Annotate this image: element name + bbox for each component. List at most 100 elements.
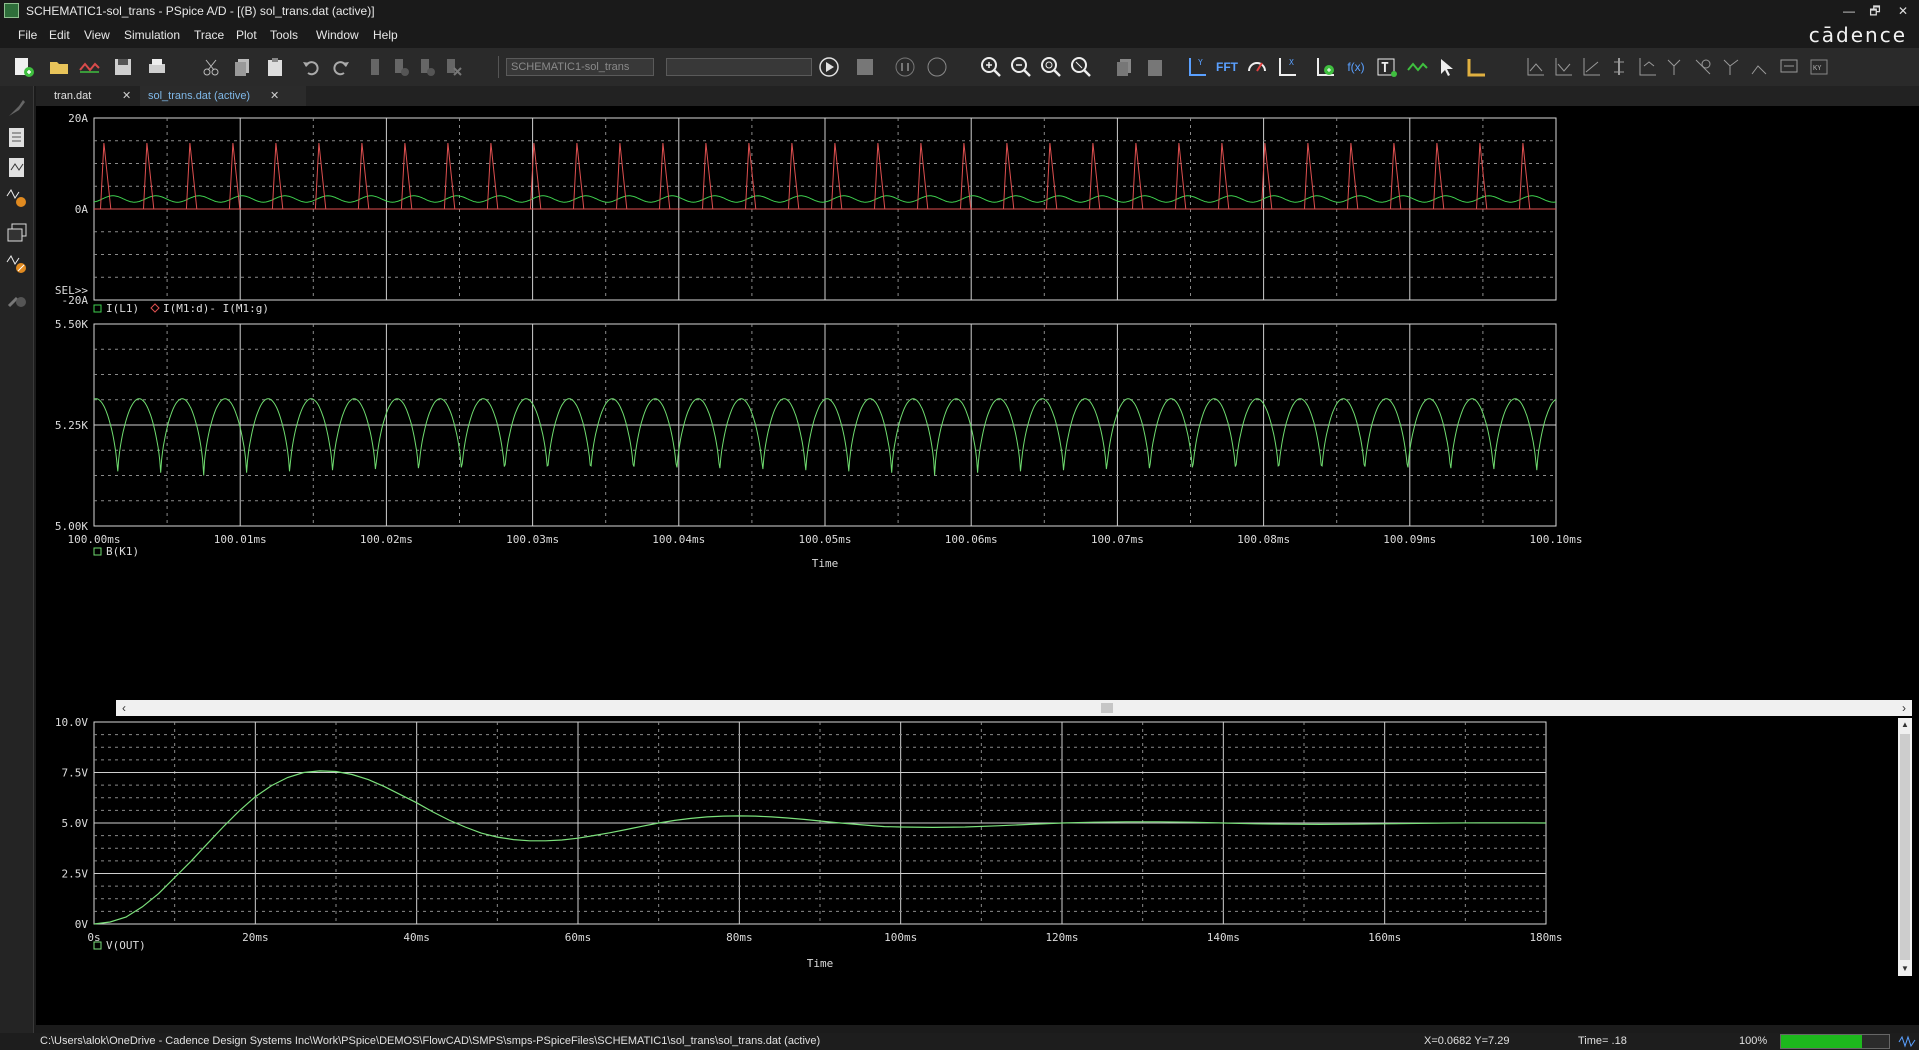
bookmark-prev-icon[interactable] bbox=[414, 54, 440, 80]
zoom-fit-icon[interactable] bbox=[1038, 54, 1064, 80]
save-icon[interactable] bbox=[110, 54, 136, 80]
marker-icon[interactable] bbox=[1404, 54, 1430, 80]
toolbar: SCHEMATIC1-sol_trans Y FFT X f(x) T KY bbox=[0, 48, 1919, 86]
ruler-icon[interactable] bbox=[1464, 54, 1490, 80]
cursor-prev-transition-icon[interactable] bbox=[1746, 54, 1772, 80]
mark-label-icon[interactable] bbox=[1776, 54, 1802, 80]
cursor-trough-icon[interactable] bbox=[1550, 54, 1576, 80]
x-axis-settings-icon[interactable]: X bbox=[1274, 54, 1300, 80]
fft-button[interactable]: FFT bbox=[1212, 54, 1242, 80]
add-trace-icon[interactable] bbox=[1312, 54, 1338, 80]
tab-close-icon[interactable]: ✕ bbox=[270, 89, 279, 102]
legend-label: V(OUT) bbox=[106, 939, 146, 952]
vertical-scrollbar[interactable]: ▲ ▼ bbox=[1898, 718, 1912, 976]
new-file-icon[interactable] bbox=[10, 54, 36, 80]
copy-plot-icon[interactable] bbox=[1112, 54, 1138, 80]
eval-measurement-button[interactable]: f(x) bbox=[1342, 54, 1370, 80]
tab-close-icon[interactable]: ✕ bbox=[122, 89, 131, 102]
cursor-peak-icon[interactable] bbox=[1522, 54, 1548, 80]
horizontal-scrollbar[interactable]: ‹ › bbox=[116, 700, 1912, 716]
marker-probe-icon[interactable] bbox=[5, 96, 29, 120]
menu-help[interactable]: Help bbox=[373, 28, 398, 42]
simulation-profile-combo[interactable]: SCHEMATIC1-sol_trans bbox=[506, 58, 654, 76]
y-tick-label: 7.5V bbox=[62, 767, 89, 780]
simulation-results-icon[interactable] bbox=[5, 156, 29, 180]
simulation-status-combo[interactable] bbox=[666, 58, 812, 76]
scroll-right-icon[interactable]: › bbox=[1896, 700, 1912, 716]
x-tick-label: 80ms bbox=[726, 931, 753, 944]
menu-view[interactable]: View bbox=[84, 28, 110, 42]
x-tick-label: 100.08ms bbox=[1237, 533, 1290, 546]
legend-label: I(L1) bbox=[106, 302, 139, 315]
menu-trace[interactable]: Trace bbox=[194, 28, 224, 42]
add-y-axis-icon[interactable]: Y bbox=[1184, 54, 1210, 80]
menu-tools[interactable]: Tools bbox=[270, 28, 298, 42]
tab-tran-dat[interactable]: tran.dat bbox=[46, 86, 99, 106]
cursor-search-icon[interactable] bbox=[1690, 54, 1716, 80]
redo-icon[interactable] bbox=[328, 54, 354, 80]
performance-analysis-icon[interactable] bbox=[1244, 54, 1270, 80]
toolbar-separator bbox=[498, 56, 499, 78]
restore-button[interactable]: 🗗 bbox=[1862, 2, 1888, 20]
cursor-min-icon[interactable] bbox=[1606, 54, 1632, 80]
paste-icon[interactable] bbox=[262, 54, 288, 80]
stop-icon[interactable] bbox=[924, 54, 950, 80]
cursor-slope-icon[interactable] bbox=[1578, 54, 1604, 80]
cursor-toggle-icon[interactable]: KY bbox=[1806, 54, 1832, 80]
waveform-icon[interactable] bbox=[76, 54, 102, 80]
scroll-thumb[interactable] bbox=[1900, 734, 1910, 960]
zoom-area-icon[interactable] bbox=[1068, 54, 1094, 80]
cursor-next-transition-icon[interactable] bbox=[1718, 54, 1744, 80]
close-window-button[interactable]: ✕ bbox=[1890, 2, 1916, 20]
legend-marker bbox=[150, 303, 160, 313]
minimize-button[interactable]: — bbox=[1836, 2, 1862, 20]
menu-window[interactable]: Window bbox=[316, 28, 359, 42]
waveform-search-icon[interactable] bbox=[5, 186, 29, 210]
menu-edit[interactable]: Edit bbox=[49, 28, 70, 42]
output-file-icon[interactable] bbox=[5, 126, 29, 150]
cadence-logo: cādence bbox=[1808, 23, 1907, 47]
zoom-in-icon[interactable] bbox=[978, 54, 1004, 80]
x-tick-label: 100ms bbox=[884, 931, 917, 944]
scroll-up-icon[interactable]: ▲ bbox=[1898, 718, 1912, 732]
cursor-max-icon[interactable] bbox=[1634, 54, 1660, 80]
x-tick-label: 100.06ms bbox=[945, 533, 998, 546]
waveform-disable-icon[interactable] bbox=[5, 252, 29, 276]
svg-text:KY: KY bbox=[1813, 64, 1822, 72]
status-bar: C:\Users\alok\OneDrive - Cadence Design … bbox=[0, 1033, 1919, 1050]
zoom-out-icon[interactable] bbox=[1008, 54, 1034, 80]
probe-settings-icon[interactable] bbox=[5, 286, 29, 310]
copy-icon[interactable] bbox=[230, 54, 256, 80]
title-bar: SCHEMATIC1-sol_trans - PSpice A/D - [(B)… bbox=[0, 0, 1919, 22]
tab-sol-trans-dat[interactable]: sol_trans.dat (active) bbox=[140, 86, 306, 106]
pause-icon[interactable] bbox=[892, 54, 918, 80]
window-cascade-icon[interactable] bbox=[5, 222, 29, 246]
paste-plot-icon[interactable] bbox=[1142, 54, 1168, 80]
left-tool-strip bbox=[0, 86, 34, 1036]
cursor-select-icon[interactable] bbox=[1434, 54, 1460, 80]
cursor-point-icon[interactable] bbox=[1662, 54, 1688, 80]
scroll-thumb[interactable] bbox=[1101, 703, 1113, 713]
undo-icon[interactable] bbox=[298, 54, 324, 80]
bookmark-clear-icon[interactable] bbox=[440, 54, 466, 80]
save-data-icon[interactable] bbox=[852, 54, 878, 80]
scroll-gap bbox=[36, 700, 116, 716]
text-label-icon[interactable]: T bbox=[1374, 54, 1400, 80]
scroll-down-icon[interactable]: ▼ bbox=[1898, 962, 1912, 976]
status-sim-time: Time= .18 bbox=[1578, 1035, 1627, 1047]
menu-simulation[interactable]: Simulation bbox=[124, 28, 180, 42]
print-icon[interactable] bbox=[144, 54, 170, 80]
svg-text:T: T bbox=[1381, 61, 1389, 76]
y-tick-label: 5.25K bbox=[55, 419, 88, 432]
open-folder-icon[interactable] bbox=[46, 54, 72, 80]
menu-file[interactable]: File bbox=[18, 28, 37, 42]
probe-window-bottom: 10.0V 7.5V 5.0V 2.5V 0V 0s 20ms 40ms 60ms 80ms 100… bbox=[36, 716, 1919, 1025]
menu-plot[interactable]: Plot bbox=[236, 28, 257, 42]
bookmark-icon[interactable] bbox=[362, 54, 388, 80]
y-tick-label: 5.0V bbox=[62, 817, 89, 830]
bookmark-next-icon[interactable] bbox=[388, 54, 414, 80]
cut-icon[interactable] bbox=[198, 54, 224, 80]
run-simulation-icon[interactable] bbox=[816, 54, 842, 80]
fx-label: f(x) bbox=[1347, 60, 1365, 74]
scroll-left-icon[interactable]: ‹ bbox=[116, 700, 132, 716]
